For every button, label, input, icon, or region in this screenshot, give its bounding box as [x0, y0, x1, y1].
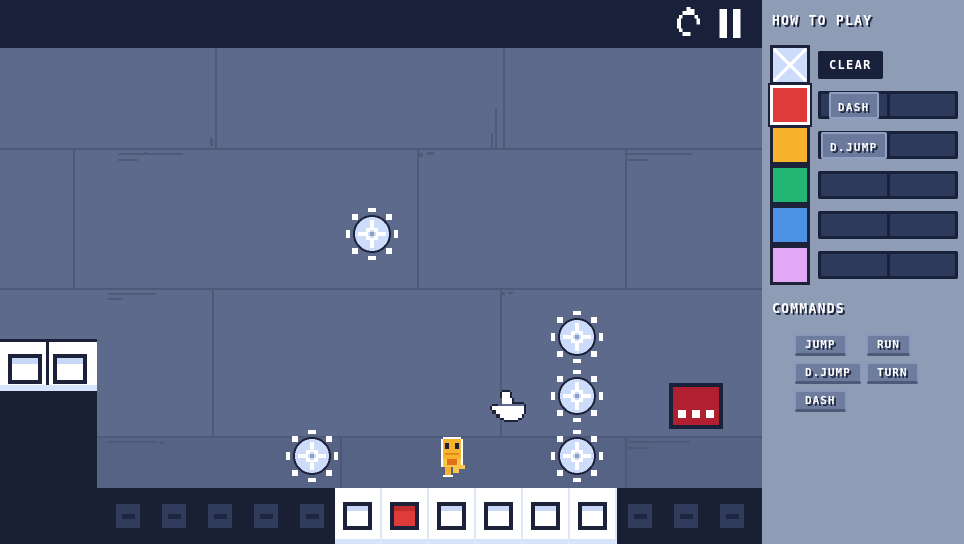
command-button-label: TURN: [877, 366, 908, 379]
how-to-play-title: HOW TO PLAY: [772, 14, 873, 29]
player-robot[interactable]: [437, 437, 467, 477]
game-screen: HOW TO PLAY CLEAR DASH D.JUMP COMMANDS JUM…: [0, 0, 964, 544]
hud-bar: [0, 0, 762, 48]
program-cell-filled[interactable]: [382, 488, 429, 544]
palette-bar: DASH: [818, 91, 958, 119]
commands-title: COMMANDS: [772, 302, 846, 317]
program-slot-empty[interactable]: [243, 488, 289, 544]
ledge: [97, 436, 762, 488]
program-cell-empty[interactable]: [429, 488, 476, 544]
palette-row: D.JUMP: [770, 125, 958, 165]
palette-slot[interactable]: D.JUMP: [821, 131, 887, 159]
pause-icon[interactable]: [717, 7, 748, 40]
hand-cursor: [488, 388, 528, 430]
cell-frame: [343, 502, 372, 530]
palette-bar: D.JUMP: [818, 131, 958, 159]
cell-base: [476, 539, 521, 544]
program-slot-empty[interactable]: [709, 488, 755, 544]
program-slot-empty[interactable]: [197, 488, 243, 544]
command-button-label: RUN: [877, 338, 900, 351]
palette-slot-bar: [818, 211, 958, 239]
red-swatch[interactable]: [770, 85, 810, 125]
palette-slot-bar: D.JUMP: [818, 131, 958, 159]
command-button-jump[interactable]: JUMP: [794, 334, 847, 356]
star-collectible: [286, 430, 338, 482]
program-slot-empty[interactable]: [289, 488, 335, 544]
program-cell-empty[interactable]: [476, 488, 523, 544]
command-button-turn[interactable]: TURN: [866, 362, 919, 384]
palette-slot-bar: DASH: [818, 91, 958, 119]
command-button-label: DASH: [805, 394, 836, 407]
palette-slot-bar: [818, 251, 958, 279]
star-collectible: [551, 370, 603, 422]
restart-circular-arrow-icon[interactable]: [673, 7, 704, 40]
purple-swatch[interactable]: [770, 245, 810, 285]
palette-row: CLEAR: [770, 45, 958, 85]
background-wall: [0, 48, 762, 488]
palette-bar: [818, 211, 958, 239]
star-collectible: [551, 311, 603, 363]
program-cell-empty[interactable]: [335, 488, 382, 544]
cell-base: [523, 539, 568, 544]
palette-slot[interactable]: [889, 134, 955, 156]
palette-command-chip[interactable]: DASH: [828, 91, 879, 119]
program-bar[interactable]: [0, 488, 762, 544]
cell-base: [429, 539, 474, 544]
program-cell-empty[interactable]: [570, 488, 617, 544]
red-crate[interactable]: [669, 383, 723, 429]
palette-row: [770, 205, 958, 245]
sidebar: HOW TO PLAY CLEAR DASH D.JUMP COMMANDS JUM…: [762, 0, 964, 544]
crate-dots: [678, 410, 714, 418]
cell-frame: [390, 502, 419, 530]
star-collectible: [551, 430, 603, 482]
cell-frame: [437, 502, 466, 530]
command-button-run[interactable]: RUN: [866, 334, 911, 356]
game-viewport[interactable]: [0, 0, 762, 544]
palette-slot[interactable]: [889, 94, 955, 116]
command-button-label: JUMP: [805, 338, 836, 351]
cell-base: [382, 539, 427, 544]
green-swatch[interactable]: [770, 165, 810, 205]
palette-command-label: D.JUMP: [830, 140, 878, 154]
cell-base: [570, 539, 615, 544]
palette-bar: [818, 251, 958, 279]
palette-slot[interactable]: [889, 254, 955, 276]
program-slot-empty[interactable]: [105, 488, 151, 544]
palette-slot[interactable]: [821, 214, 887, 236]
palette-slot[interactable]: [889, 214, 955, 236]
program-slot-empty[interactable]: [755, 488, 762, 544]
command-button-d-jump[interactable]: D.JUMP: [794, 362, 862, 384]
palette-slot[interactable]: [821, 254, 887, 276]
cell-frame: [484, 502, 513, 530]
palette-slot[interactable]: [889, 174, 955, 196]
program-cell-empty[interactable]: [523, 488, 570, 544]
blue-swatch[interactable]: [770, 205, 810, 245]
palette-row: [770, 245, 958, 285]
palette-bar: [818, 171, 958, 199]
palette-slot[interactable]: DASH: [821, 91, 887, 119]
palette-slot-bar: [818, 171, 958, 199]
palette-command-label: DASH: [837, 100, 870, 114]
palette-row: [770, 165, 958, 205]
cell-frame: [578, 502, 607, 530]
palette-label-pill[interactable]: CLEAR: [818, 51, 883, 79]
palette-row: DASH: [770, 85, 958, 125]
cell-base: [335, 539, 380, 544]
palette-command-chip[interactable]: D.JUMP: [821, 131, 887, 159]
program-slot-empty[interactable]: [663, 488, 709, 544]
palette-slot[interactable]: [821, 174, 887, 196]
palette-label: CLEAR: [829, 58, 872, 72]
palette-bar: CLEAR: [818, 51, 958, 79]
program-slot-empty[interactable]: [151, 488, 197, 544]
star-collectible: [346, 208, 398, 260]
cell-frame: [531, 502, 560, 530]
program-slot-empty[interactable]: [617, 488, 663, 544]
platform-block: [0, 339, 97, 391]
orange-swatch[interactable]: [770, 125, 810, 165]
command-button-dash[interactable]: DASH: [794, 390, 847, 412]
command-button-label: D.JUMP: [805, 366, 851, 379]
clear-swatch[interactable]: [770, 45, 810, 85]
